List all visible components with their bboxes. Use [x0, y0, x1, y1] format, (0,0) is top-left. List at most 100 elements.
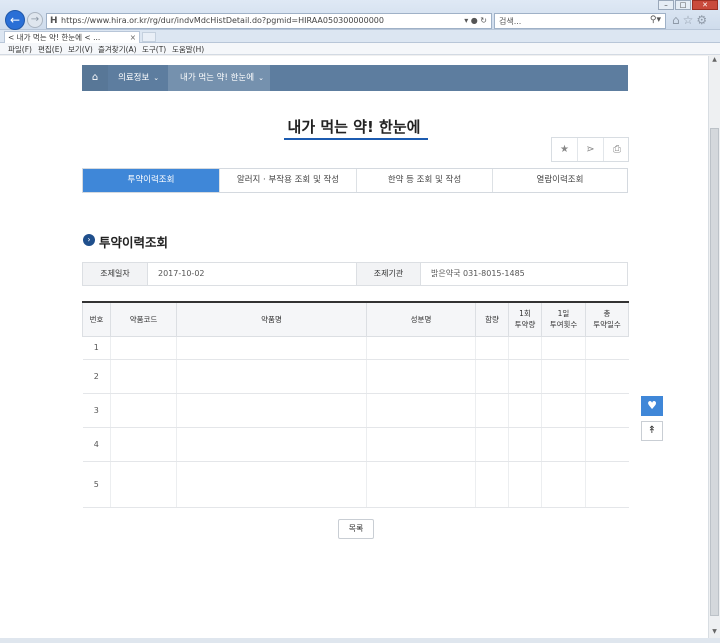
forward-button[interactable]: →: [27, 12, 43, 28]
scroll-thumb[interactable]: [710, 128, 719, 616]
redacted-cell: [176, 393, 367, 428]
print-icon[interactable]: ⎙: [604, 138, 630, 161]
table-row: 4: [82, 427, 629, 462]
address-bar[interactable]: H https://www.hira.or.kr/rg/dur/indvMdcH…: [46, 13, 492, 29]
redacted-cell: [366, 461, 476, 508]
page-title: 내가 먹는 약! 한눈에: [287, 118, 421, 136]
tab-title: < 내가 먹는 약! 한눈에 < ...: [8, 33, 101, 42]
redacted-cell: [110, 359, 177, 394]
tab-medication-history[interactable]: 투약이력조회: [83, 169, 220, 192]
table-row: 1: [82, 336, 629, 360]
col-dose-once: 1회 투약량: [508, 302, 542, 337]
close-button[interactable]: ✕: [692, 0, 718, 10]
maximize-button[interactable]: □: [675, 0, 691, 10]
tab-allergy[interactable]: 알러지 · 부작용 조회 및 작성: [220, 169, 357, 192]
table-header-row: 번호 약품코드 약품명 성분명 함량 1회 투약량 1일 투여횟수 총 투약일수: [82, 302, 629, 337]
heart-icon[interactable]: ♥: [641, 396, 663, 416]
redacted-cell: [585, 427, 629, 462]
redacted-cell: [475, 393, 509, 428]
medication-table: 번호 약품코드 약품명 성분명 함량 1회 투약량 1일 투여횟수 총 투약일수…: [82, 301, 629, 508]
org-label: 조제기관: [356, 263, 421, 285]
table-row: 3: [82, 393, 629, 428]
menu-help[interactable]: 도움말(H): [172, 44, 204, 55]
site-nav: ⌂ 의료정보 ⌄ 내가 먹는 약! 한눈에 ⌄: [82, 65, 628, 91]
redacted-cell: [541, 461, 586, 508]
col-content: 함량: [475, 302, 509, 337]
status-bar: [0, 638, 720, 643]
chevron-down-icon: ⌄: [153, 74, 160, 82]
scroll-top-icon[interactable]: ↟: [641, 421, 663, 441]
row-number: 3: [82, 393, 111, 428]
page-content: ⌂ 의료정보 ⌄ 내가 먹는 약! 한눈에 ⌄ 내가 먹는 약! 한눈에 ★ ⋗ ⎙…: [0, 56, 708, 638]
date-label: 조제일자: [83, 263, 148, 285]
redacted-cell: [366, 336, 476, 360]
tab-bar: < 내가 먹는 약! 한눈에 < ... ×: [0, 30, 720, 43]
redacted-cell: [475, 427, 509, 462]
redacted-cell: [176, 461, 367, 508]
list-button[interactable]: 목록: [338, 519, 374, 539]
browser-tools-icons[interactable]: ⌂☆⚙: [672, 13, 710, 27]
search-icon[interactable]: ⚲▾: [650, 15, 661, 25]
browser-search-input[interactable]: 검색... ⚲▾: [494, 13, 666, 29]
home-icon[interactable]: ⌂: [82, 65, 108, 91]
col-drug-code: 약품코드: [110, 302, 177, 337]
chevron-down-icon: ⌄: [258, 74, 264, 82]
row-number: 5: [82, 461, 111, 508]
browser-tab[interactable]: < 내가 먹는 약! 한눈에 < ... ×: [4, 31, 140, 43]
redacted-cell: [475, 359, 509, 394]
menu-edit[interactable]: 편집(E): [38, 44, 62, 55]
menu-tools[interactable]: 도구(T): [142, 44, 166, 55]
redacted-cell: [541, 359, 586, 394]
main-tabs: 투약이력조회 알러지 · 부작용 조회 및 작성 한약 등 조회 및 작성 열람…: [82, 168, 628, 193]
menu-file[interactable]: 파일(F): [8, 44, 32, 55]
redacted-cell: [508, 359, 542, 394]
date-value: 2017-10-02: [158, 269, 205, 278]
section-title: 투약이력조회: [99, 235, 169, 250]
menu-view[interactable]: 보기(V): [68, 44, 93, 55]
nav-label: 내가 먹는 약! 한눈에: [180, 73, 255, 83]
col-times-daily: 1일 투여횟수: [541, 302, 586, 337]
row-number: 4: [82, 427, 111, 462]
redacted-cell: [585, 336, 629, 360]
chevron-right-icon: ›: [83, 234, 95, 246]
url-text: https://www.hira.or.kr/rg/dur/indvMdcHis…: [61, 16, 384, 25]
redacted-cell: [110, 393, 177, 428]
site-favicon: H: [50, 16, 58, 26]
dispense-info: 조제일자 2017-10-02 조제기관 밝은약국 031-8015-1485: [82, 262, 628, 286]
new-tab-button[interactable]: [142, 32, 156, 42]
nav-my-medicine[interactable]: 내가 먹는 약! 한눈에 ⌄: [168, 65, 270, 91]
redacted-cell: [176, 427, 367, 462]
redacted-cell: [110, 427, 177, 462]
tab-herbal[interactable]: 한약 등 조회 및 작성: [357, 169, 493, 192]
vertical-scrollbar[interactable]: ▲ ▼: [708, 56, 720, 638]
table-row: 5: [82, 461, 629, 508]
row-number: 1: [82, 336, 111, 360]
redacted-cell: [508, 393, 542, 428]
menu-favorites[interactable]: 즐겨찾기(A): [98, 44, 137, 55]
minimize-button[interactable]: –: [658, 0, 674, 10]
redacted-cell: [475, 461, 509, 508]
menu-bar: 파일(F) 편집(E) 보기(V) 즐겨찾기(A) 도구(T) 도움말(H): [0, 43, 720, 55]
tab-close-icon[interactable]: ×: [130, 32, 136, 43]
row-number: 2: [82, 359, 111, 394]
nav-medical-info[interactable]: 의료정보 ⌄: [108, 65, 168, 91]
browser-toolbar: ← → H https://www.hira.or.kr/rg/dur/indv…: [0, 0, 720, 30]
redacted-cell: [176, 336, 367, 360]
address-controls-icon[interactable]: ▾ ● ↻: [464, 16, 487, 25]
col-ingredient: 성분명: [366, 302, 476, 337]
title-underline: [284, 138, 428, 140]
redacted-cell: [110, 336, 177, 360]
scroll-down-icon[interactable]: ▼: [709, 628, 720, 638]
col-drug-name: 약품명: [176, 302, 367, 337]
star-icon[interactable]: ★: [552, 138, 578, 161]
redacted-cell: [110, 461, 177, 508]
share-icon[interactable]: ⋗: [578, 138, 604, 161]
window-controls: – □ ✕: [658, 0, 720, 10]
redacted-cell: [541, 427, 586, 462]
utility-icons: ★ ⋗ ⎙: [551, 137, 629, 162]
scroll-up-icon[interactable]: ▲: [709, 56, 720, 66]
org-value: 밝은약국 031-8015-1485: [431, 269, 525, 278]
tab-view-history[interactable]: 열람이력조회: [493, 169, 627, 192]
nav-label: 의료정보: [118, 73, 150, 83]
back-button[interactable]: ←: [5, 10, 25, 30]
